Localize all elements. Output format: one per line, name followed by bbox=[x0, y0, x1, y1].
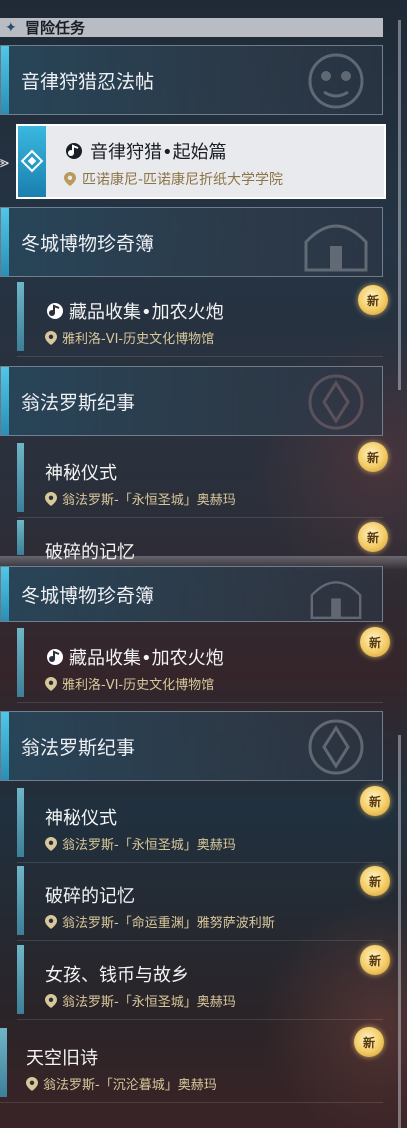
location-pin-icon bbox=[45, 993, 57, 1008]
new-badge: 新 bbox=[358, 442, 388, 472]
quest-location: 雅利洛-VI-历史文化博物馆 bbox=[45, 328, 214, 347]
location-pin-icon bbox=[64, 172, 76, 186]
quest-item[interactable]: 破碎的记忆 bbox=[17, 520, 383, 560]
diamond-icon: ✦ bbox=[5, 19, 17, 36]
location-pin-icon bbox=[45, 914, 57, 929]
section-title: 冒险任务 bbox=[25, 19, 86, 37]
quest-bar bbox=[17, 282, 24, 351]
quest-bar bbox=[0, 1028, 7, 1097]
music-quest-icon bbox=[66, 143, 82, 159]
quest-item[interactable]: 藏品收集•加农火炮 雅利洛-VI-历史文化博物馆 bbox=[17, 628, 383, 703]
quest-location: 雅利洛-VI-历史文化博物馆 bbox=[45, 674, 214, 693]
new-badge: 新 bbox=[360, 786, 390, 816]
category-accent bbox=[1, 46, 9, 114]
category-accent bbox=[1, 367, 9, 435]
quest-item[interactable]: 破碎的记忆 翁法罗斯-「命运重渊」雅努萨波利斯 bbox=[17, 866, 383, 941]
new-badge: 新 bbox=[360, 945, 390, 975]
quest-item[interactable]: 藏品收集•加农火炮 雅利洛-VI-历史文化博物馆 bbox=[17, 282, 383, 357]
quest-item[interactable]: 女孩、钱币与故乡 翁法罗斯-「永恒圣城」奥赫玛 bbox=[17, 945, 383, 1020]
quest-item[interactable]: 神秘仪式 翁法罗斯-「永恒圣城」奥赫玛 bbox=[17, 443, 383, 518]
category-wengfaluosi[interactable]: 翁法罗斯纪事 bbox=[0, 366, 383, 436]
selected-pointer-icon: ⪢ bbox=[0, 152, 10, 171]
quest-bar bbox=[17, 520, 24, 555]
category-label: 冬城博物珍奇簿 bbox=[21, 584, 155, 607]
category-label: 冬城博物珍奇簿 bbox=[21, 232, 155, 255]
quest-location: 翁法罗斯-「永恒圣城」奥赫玛 bbox=[45, 991, 236, 1010]
seal-emblem-icon bbox=[308, 719, 364, 775]
category-accent bbox=[1, 712, 9, 780]
quest-name: 天空旧诗 bbox=[26, 1048, 98, 1069]
quest-name: 音律狩猎•起始篇 bbox=[64, 138, 227, 164]
category-yinlv[interactable]: 音律狩猎忍法帖 bbox=[0, 45, 383, 115]
quest-name: 女孩、钱币与故乡 bbox=[45, 965, 189, 986]
quest-item[interactable]: 天空旧诗 翁法罗斯-「沉沦暮城」奥赫玛 bbox=[0, 1028, 383, 1103]
museum-emblem-icon bbox=[310, 581, 362, 619]
category-label: 翁法罗斯纪事 bbox=[21, 391, 136, 414]
quest-name: 藏品收集•加农火炮 bbox=[45, 644, 224, 670]
quest-name: 神秘仪式 bbox=[45, 463, 117, 484]
section-header: ✦ 冒险任务 bbox=[0, 18, 383, 37]
museum-emblem-icon bbox=[304, 224, 368, 272]
category-wengfaluosi[interactable]: 翁法罗斯纪事 bbox=[0, 711, 383, 781]
category-label: 音律狩猎忍法帖 bbox=[21, 70, 155, 93]
quest-name: 破碎的记忆 bbox=[45, 886, 135, 907]
category-accent bbox=[1, 567, 9, 621]
quest-location: 匹诺康尼-匹诺康尼折纸大学学院 bbox=[64, 169, 283, 189]
quest-item[interactable]: 神秘仪式 翁法罗斯-「永恒圣城」奥赫玛 bbox=[17, 788, 383, 863]
location-pin-icon bbox=[45, 491, 57, 506]
category-dongcheng[interactable]: 冬城博物珍奇簿 bbox=[0, 207, 383, 277]
category-dongcheng[interactable]: 冬城博物珍奇簿 bbox=[0, 566, 383, 622]
music-quest-icon bbox=[47, 649, 63, 665]
location-pin-icon bbox=[45, 676, 57, 691]
scrollbar-bottom[interactable] bbox=[398, 735, 401, 1128]
category-accent bbox=[1, 208, 9, 276]
quest-location: 翁法罗斯-「永恒圣城」奥赫玛 bbox=[45, 834, 236, 853]
quest-name: 神秘仪式 bbox=[45, 808, 117, 829]
quest-location: 翁法罗斯-「命运重渊」雅努萨波利斯 bbox=[45, 912, 275, 931]
quest-bar bbox=[17, 866, 24, 935]
quest-location: 翁法罗斯-「永恒圣城」奥赫玛 bbox=[45, 489, 236, 508]
new-badge: 新 bbox=[360, 627, 390, 657]
location-pin-icon bbox=[26, 1076, 38, 1091]
location-pin-icon bbox=[45, 330, 57, 345]
new-badge: 新 bbox=[360, 866, 390, 896]
quest-bar bbox=[17, 788, 24, 857]
new-badge: 新 bbox=[358, 285, 388, 315]
quest-bar bbox=[17, 628, 24, 697]
new-badge: 新 bbox=[358, 522, 388, 552]
location-pin-icon bbox=[45, 836, 57, 851]
music-quest-icon bbox=[47, 303, 63, 319]
selected-quest-marker-icon bbox=[18, 126, 46, 197]
quest-name: 藏品收集•加农火炮 bbox=[45, 298, 224, 324]
quest-item-selected[interactable]: 音律狩猎•起始篇 匹诺康尼-匹诺康尼折纸大学学院 bbox=[16, 124, 386, 199]
new-badge: 新 bbox=[354, 1027, 384, 1057]
quest-location: 翁法罗斯-「沉沦暮城」奥赫玛 bbox=[26, 1074, 217, 1093]
quest-bar bbox=[17, 443, 24, 512]
category-label: 翁法罗斯纪事 bbox=[21, 736, 136, 759]
mask-emblem-icon bbox=[308, 53, 364, 109]
scrollbar-top[interactable] bbox=[398, 20, 401, 390]
seal-emblem-icon bbox=[308, 374, 364, 430]
quest-bar bbox=[17, 945, 24, 1014]
